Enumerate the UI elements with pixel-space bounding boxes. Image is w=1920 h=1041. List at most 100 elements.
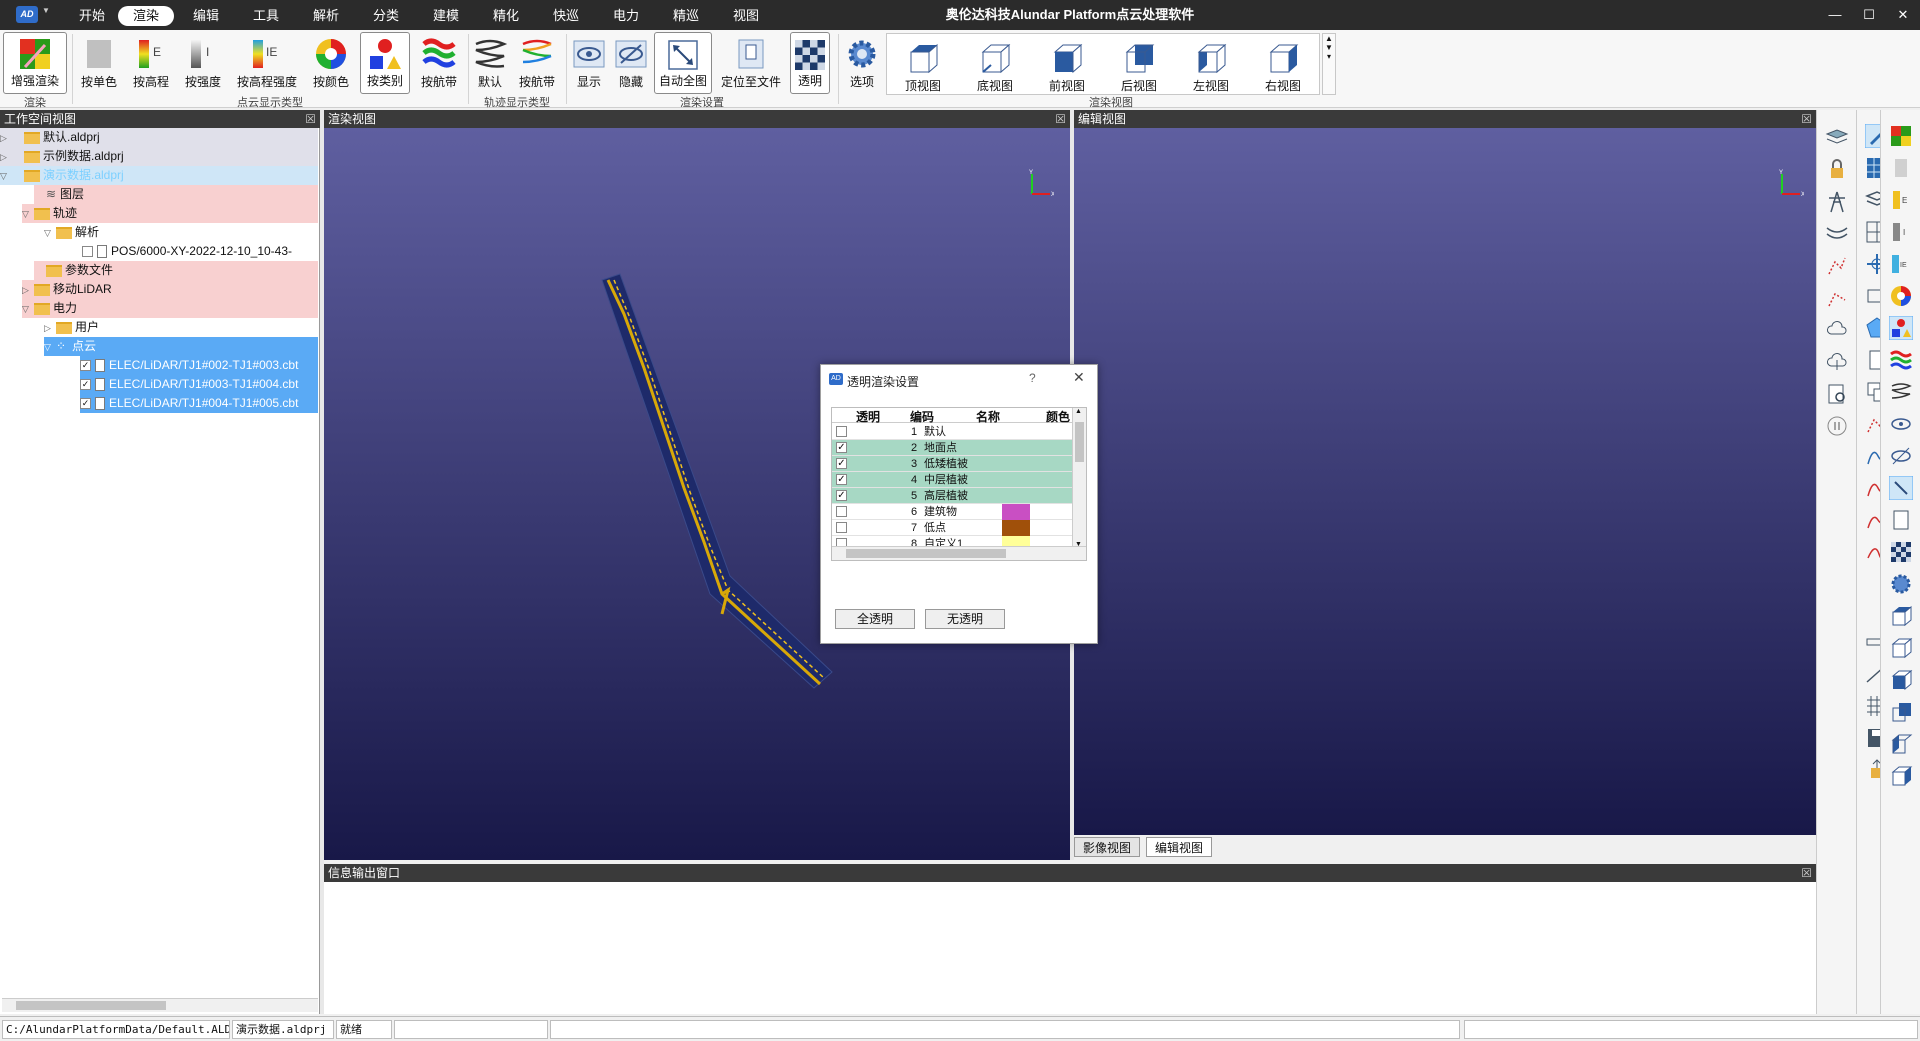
locate-to-file-button[interactable]: 定位至文件 [718,32,784,94]
by-single-color-button[interactable]: 按单色 [76,32,122,94]
info-output-close-icon[interactable]: ☒ [1801,864,1812,882]
row-checkbox[interactable] [836,426,847,437]
polyline-edit-icon[interactable] [1825,286,1849,310]
tree-item-default-project[interactable]: ▷ 默认.aldprj [0,128,318,147]
row-color-swatch[interactable] [1002,520,1030,536]
collapse-icon[interactable]: ▽ [44,338,56,357]
elevation-mini-icon[interactable]: E [1889,188,1913,212]
menu-tab-start[interactable]: 开始 [72,6,112,26]
column-header-code[interactable]: 编码 [910,408,934,424]
by-class-button[interactable]: 按类别 [360,32,410,94]
tab-image-view[interactable]: 影像视图 [1074,837,1141,857]
cube-back-mini-icon[interactable] [1889,700,1913,724]
tree-item-pos-file[interactable]: POS/6000-XY-2022-12-10_10-43- [82,242,318,261]
menu-tab-quick-patrol[interactable]: 快巡 [546,6,586,26]
no-transparent-button[interactable]: 无透明 [925,609,1005,629]
checkerboard-mini-icon[interactable] [1889,540,1913,564]
polyline-red-icon[interactable] [1825,254,1849,278]
lock-icon[interactable] [1825,158,1849,182]
tree-item-demo-project[interactable]: ▽ 演示数据.aldprj [0,166,318,185]
expand-icon[interactable]: ▷ [22,281,34,300]
layer-stack-icon[interactable] [1825,126,1849,150]
menu-tab-view[interactable]: 视图 [726,6,766,26]
cube-top-mini-icon[interactable] [1889,604,1913,628]
render-view-close-icon[interactable]: ☒ [1055,110,1066,128]
tree-item-point-cloud[interactable]: ▽ ⁘ 点云 [44,337,318,356]
track-mini-icon[interactable] [1889,380,1913,404]
tree-item-power[interactable]: ▽ 电力 [22,299,318,318]
row-checkbox[interactable] [836,506,847,517]
hide-button[interactable]: 隐藏 [612,32,650,94]
color-wheel-mini-icon[interactable] [1889,284,1913,308]
checkbox[interactable] [82,246,93,258]
show-mini-icon[interactable] [1889,412,1913,436]
menu-tab-model[interactable]: 建模 [426,6,466,26]
row-color-swatch[interactable] [1002,488,1030,504]
right-view-button[interactable]: 右视图 [1251,36,1315,98]
class-row[interactable]: 6 建筑物 [832,504,1072,520]
tree-item-lidar-file-1[interactable]: ✓ ELEC/LiDAR/TJ1#002-TJ1#003.cbt [80,356,318,375]
collapse-icon[interactable]: ▽ [0,167,12,186]
workspace-close-icon[interactable]: ☒ [305,110,316,128]
elev-intensity-mini-icon[interactable]: IE [1889,252,1913,276]
strip-mini-icon[interactable] [1889,348,1913,372]
by-strip-button[interactable]: 按航带 [416,32,462,94]
auto-fit-button[interactable]: 自动全图 [654,32,712,94]
wires-icon[interactable] [1825,222,1849,246]
all-transparent-button[interactable]: 全透明 [835,609,915,629]
collapse-icon[interactable]: ▽ [22,205,34,224]
by-color-button[interactable]: 按颜色 [308,32,354,94]
class-row[interactable]: ✓ 4 中层植被 [832,472,1072,488]
class-row[interactable]: ✓ 5 高层植被 [832,488,1072,504]
tab-edit-view[interactable]: 编辑视图 [1146,837,1213,857]
grid-vscroll[interactable]: ▲ ▼ [1072,408,1086,548]
checkbox-checked[interactable]: ✓ [80,379,91,391]
help-button[interactable]: ? [1029,371,1036,385]
expand-icon[interactable]: ▷ [0,148,12,167]
track-by-strip-button[interactable]: 按航带 [514,32,560,94]
row-color-swatch[interactable] [1002,472,1030,488]
show-button[interactable]: 显示 [570,32,608,94]
tree-item-lidar-file-2[interactable]: ✓ ELEC/LiDAR/TJ1#003-TJ1#004.cbt [80,375,318,394]
dialog-close-button[interactable]: ✕ [1073,369,1085,386]
cloud-upload-icon[interactable] [1825,318,1849,342]
row-checkbox-checked[interactable]: ✓ [836,490,847,501]
menu-tab-refine[interactable]: 精化 [486,6,526,26]
maximize-button[interactable]: ☐ [1856,4,1882,26]
class-row[interactable]: 7 低点 [832,520,1072,536]
gear-mini-icon[interactable] [1889,572,1913,596]
expand-icon[interactable]: ▷ [0,129,12,148]
row-checkbox-checked[interactable]: ✓ [836,458,847,469]
by-elev-intensity-button[interactable]: IE 按高程强度 [232,32,302,94]
tree-item-mobile-lidar[interactable]: ▷ 移动LiDAR [22,280,318,299]
grid-hscroll[interactable] [832,546,1086,560]
row-color-swatch[interactable] [1002,424,1030,440]
workspace-hscroll[interactable] [2,998,318,1012]
enhanced-render-button[interactable]: 增强渲染 [3,32,67,94]
left-view-button[interactable]: 左视图 [1179,36,1243,98]
enhanced-render-mini-icon[interactable] [1889,124,1913,148]
tree-item-layers[interactable]: ≋ 图层 [34,185,318,204]
info-output-area[interactable] [324,882,1816,1014]
search-doc-icon[interactable] [1825,382,1849,406]
class-mini-icon[interactable] [1889,316,1913,340]
gallery-scroll[interactable]: ▲ ▼ ▾ [1322,33,1336,95]
app-logo-icon[interactable]: AD [16,6,38,23]
tree-item-sample-project[interactable]: ▷ 示例数据.aldprj [0,147,318,166]
edit-viewport[interactable]: YX [1074,128,1816,835]
checkbox-checked[interactable]: ✓ [80,398,91,410]
cloud-download-icon[interactable] [1825,350,1849,374]
minimize-button[interactable]: — [1822,4,1848,26]
bottom-view-button[interactable]: 底视图 [963,36,1027,98]
intensity-mini-icon[interactable]: I [1889,220,1913,244]
column-header-name[interactable]: 名称 [976,408,1000,424]
options-button[interactable]: 选项 [842,32,882,94]
row-color-swatch[interactable] [1002,504,1030,520]
front-view-button[interactable]: 前视图 [1035,36,1099,98]
menu-tab-classify[interactable]: 分类 [366,6,406,26]
column-header-color[interactable]: 颜色 [1046,408,1070,424]
pause-icon[interactable] [1825,414,1849,438]
row-checkbox-checked[interactable]: ✓ [836,442,847,453]
hide-mini-icon[interactable] [1889,444,1913,468]
tree-item-trajectory[interactable]: ▽ 轨迹 [22,204,318,223]
